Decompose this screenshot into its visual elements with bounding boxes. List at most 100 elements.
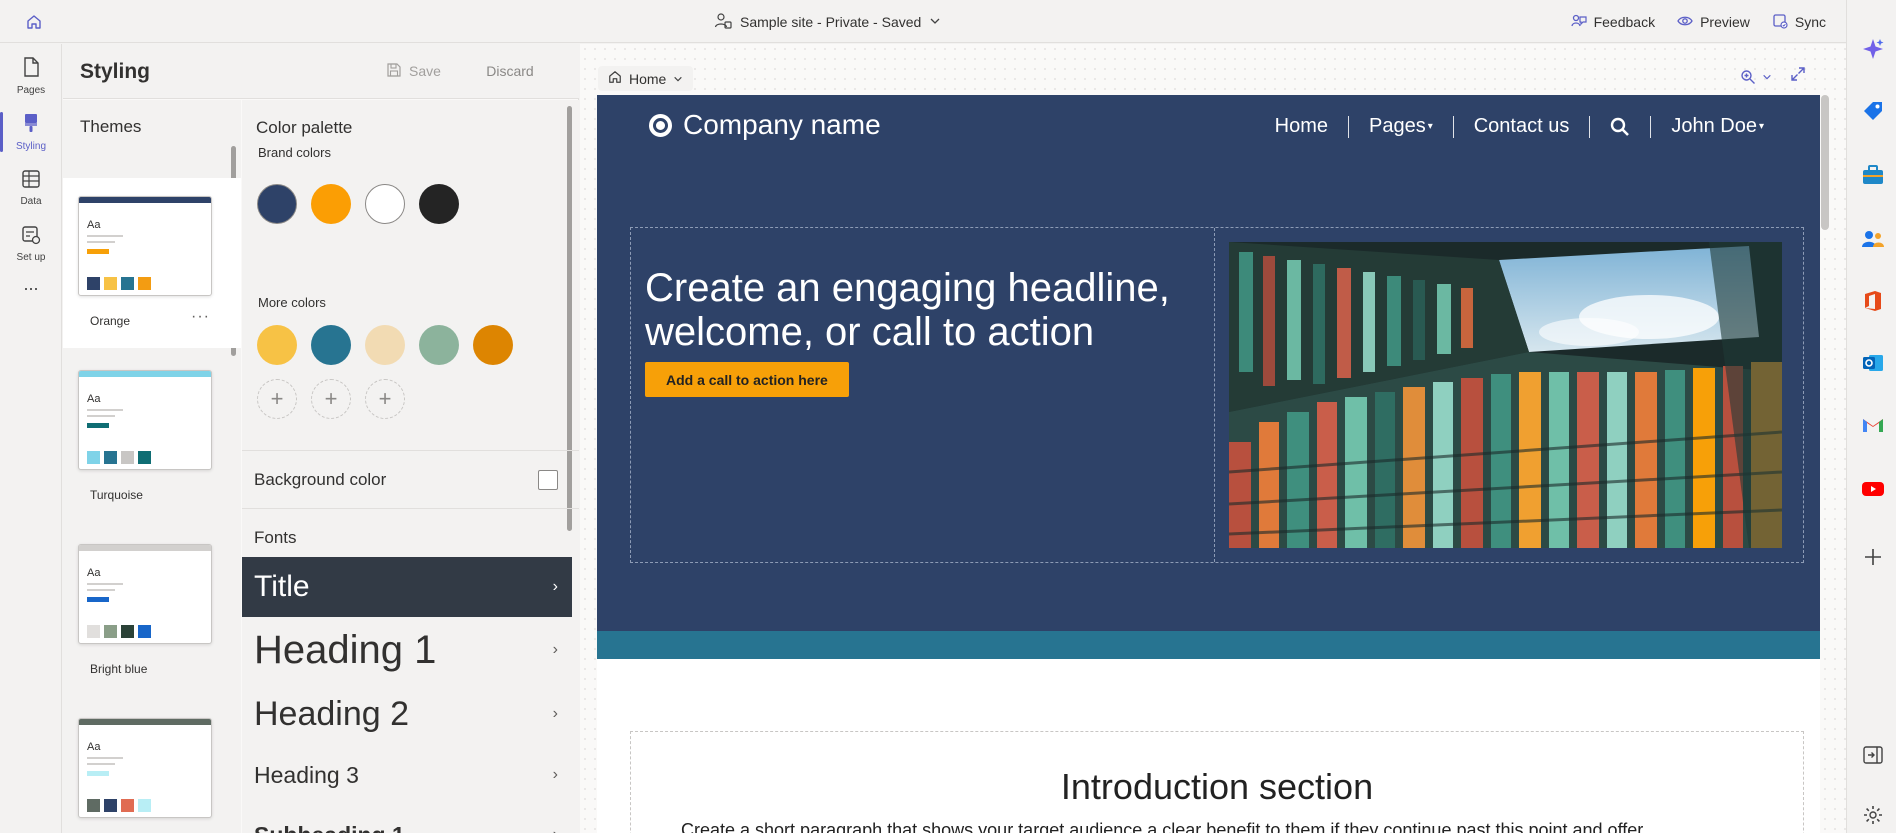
add-icon[interactable] [1860,544,1886,570]
nav-item-home[interactable]: Home [1255,115,1348,138]
theme-accent [87,771,109,776]
brand-color-swatch[interactable] [311,184,351,224]
zoom-tools [1740,66,1806,87]
site-nav: Home Pages ▾ Contact us John Doe ▾ [1255,115,1784,138]
page-selector[interactable]: Home [598,66,694,91]
briefcase-icon[interactable] [1860,162,1886,188]
settings-gear-icon[interactable] [1860,802,1886,828]
more-color-swatch[interactable] [311,325,351,365]
rail-item-styling[interactable]: Styling [0,104,62,160]
preview-scrollbar[interactable] [1821,95,1829,230]
copilot-icon[interactable] [1860,36,1886,62]
font-style-label: Heading 1 [254,627,437,672]
nav-item-label: Pages [1368,115,1426,137]
more-label: ... [23,273,39,294]
theme-swatch [121,625,134,638]
brush-icon [21,112,41,137]
font-style-label: Heading 2 [254,694,410,733]
setup-icon [21,225,41,248]
theme-line [87,757,123,759]
more-icon[interactable]: ... [0,264,62,304]
outlook-icon[interactable] [1860,350,1886,376]
add-color-button[interactable]: + [365,379,405,419]
intro-section: Introduction section Create a short para… [630,731,1804,833]
nav-separator [1650,115,1652,138]
theme-card[interactable]: Aa Bright blue [63,526,241,696]
preview-button[interactable]: Preview [1677,13,1750,32]
hero-headline[interactable]: Create an engaging headline, welcome, or… [645,266,1185,354]
people-icon[interactable] [1860,226,1886,252]
site-status-menu[interactable]: Sample site - Private - Saved [714,10,941,34]
brand-color-swatch[interactable] [365,184,405,224]
theme-swatch [87,277,100,290]
tag-icon[interactable] [1860,98,1886,124]
rail-item-data[interactable]: Data [0,160,62,216]
theme-thumbnail: Aa [78,370,212,470]
theme-name: Bright blue [90,662,148,676]
theme-swatch [121,799,134,812]
theme-line [87,235,123,237]
more-options-icon[interactable]: ··· [191,308,210,326]
sync-button[interactable]: Sync [1772,13,1826,32]
expand-icon[interactable] [1790,66,1806,87]
more-color-swatch[interactable] [473,325,513,365]
home-icon[interactable] [22,10,46,34]
intro-text[interactable]: Create a short paragraph that shows your… [681,820,1761,833]
rail-item-pages[interactable]: Pages [0,48,62,104]
theme-swatch [138,625,151,638]
brand-color-swatch[interactable] [257,184,297,224]
theme-accent [87,423,109,428]
discard-button[interactable]: Discard [458,56,562,86]
theme-swatch [138,799,151,812]
theme-swatch [104,277,117,290]
theme-bar [79,371,211,377]
more-color-swatch[interactable] [419,325,459,365]
font-style-heading-2[interactable]: Heading 2 › [242,683,572,745]
rail-item-label: Set up [16,252,46,263]
properties-scrollbar[interactable] [567,106,572,531]
font-style-heading-1[interactable]: Heading 1 › [242,617,572,683]
theme-card[interactable]: Aa Orange ··· [63,178,241,348]
table-icon [21,169,41,192]
background-color-picker[interactable] [538,470,558,490]
cta-button[interactable]: Add a call to action here [645,362,849,397]
feedback-button[interactable]: Feedback [1570,13,1655,32]
font-style-label: Heading 3 [254,761,359,788]
chevron-right-icon: › [552,766,558,783]
brand-color-swatch[interactable] [419,184,459,224]
hero-image[interactable] [1229,242,1782,548]
gmail-icon[interactable] [1860,412,1886,438]
more-color-swatch[interactable] [365,325,405,365]
nav-item-user[interactable]: John Doe ▾ [1651,115,1784,138]
collapse-panel-icon[interactable] [1860,742,1886,768]
theme-card[interactable]: Aa Turquoise [63,352,241,522]
background-color-label: Background color [254,470,387,489]
add-color-button[interactable]: + [311,379,351,419]
nav-item-contact-us[interactable]: Contact us [1454,115,1590,138]
more-color-swatch[interactable] [257,325,297,365]
fonts-label: Fonts [254,528,297,547]
zoom-icon[interactable] [1740,69,1772,85]
font-style-title[interactable]: Title › [242,557,572,617]
font-style-subheading-1[interactable]: Subheading 1 › [242,805,572,833]
office-icon[interactable] [1860,288,1886,314]
font-style-heading-3[interactable]: Heading 3 › [242,745,572,805]
save-button[interactable]: Save [359,56,469,86]
chevron-right-icon: › [552,641,558,658]
divider [242,450,579,451]
theme-thumbnail: Aa [78,196,212,296]
theme-swatch [87,625,100,638]
theme-swatch [87,799,100,812]
add-color-button[interactable]: + [257,379,297,419]
theme-swatch [138,277,151,290]
nav-item-pages[interactable]: Pages ▾ [1349,115,1453,138]
site-brand[interactable]: Company name [649,109,881,141]
panel-title: Styling [80,60,151,83]
intro-title[interactable]: Introduction section [631,766,1803,808]
theme-line [87,589,115,591]
theme-sample-text: Aa [87,393,101,405]
theme-card[interactable]: Aa Teal [63,700,241,833]
search-icon[interactable] [1590,117,1650,137]
youtube-icon[interactable] [1860,476,1886,502]
nav-separator [1589,115,1591,138]
